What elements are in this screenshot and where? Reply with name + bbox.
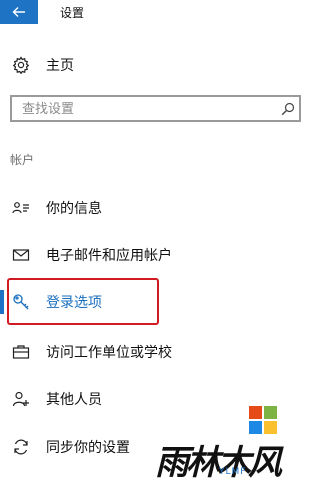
- nav-item-work-school[interactable]: 访问工作单位或学校: [12, 340, 297, 364]
- nav-home-label: 主页: [46, 58, 74, 74]
- back-arrow-icon: [12, 7, 25, 17]
- watermark-text: 雨林木风: [155, 443, 282, 483]
- briefcase-icon: [12, 345, 30, 359]
- windows-logo-icon: [249, 406, 277, 434]
- nav-item-label: 你的信息: [46, 201, 102, 217]
- nav-item-label: 访问工作单位或学校: [46, 345, 172, 361]
- nav-item-label: 同步你的设置: [46, 440, 130, 456]
- highlight-box: [7, 278, 159, 325]
- search-icon[interactable]: [281, 102, 295, 116]
- gear-icon: [12, 56, 30, 74]
- section-title: 帐户: [10, 153, 35, 167]
- watermark-subtext: YLMF: [219, 467, 247, 477]
- nav-item-label: 其他人员: [46, 392, 102, 408]
- nav-item-label: 电子邮件和应用帐户: [46, 248, 172, 264]
- person-add-icon: [12, 391, 29, 407]
- nav-item-email-accounts[interactable]: 电子邮件和应用帐户: [12, 243, 297, 267]
- nav-home[interactable]: 主页: [12, 53, 74, 77]
- sync-icon: [14, 439, 28, 455]
- window-title: 设置: [60, 6, 85, 20]
- back-button[interactable]: [0, 0, 38, 24]
- search-input[interactable]: [22, 100, 272, 118]
- person-card-icon: [12, 202, 29, 214]
- mail-icon: [12, 249, 30, 261]
- ylmf-watermark: 雨林木风 YLMF: [151, 405, 303, 483]
- title-bar: 设置: [0, 0, 303, 24]
- nav-item-your-info[interactable]: 你的信息: [12, 196, 297, 220]
- search-box[interactable]: [10, 95, 301, 122]
- selection-indicator: [0, 290, 4, 314]
